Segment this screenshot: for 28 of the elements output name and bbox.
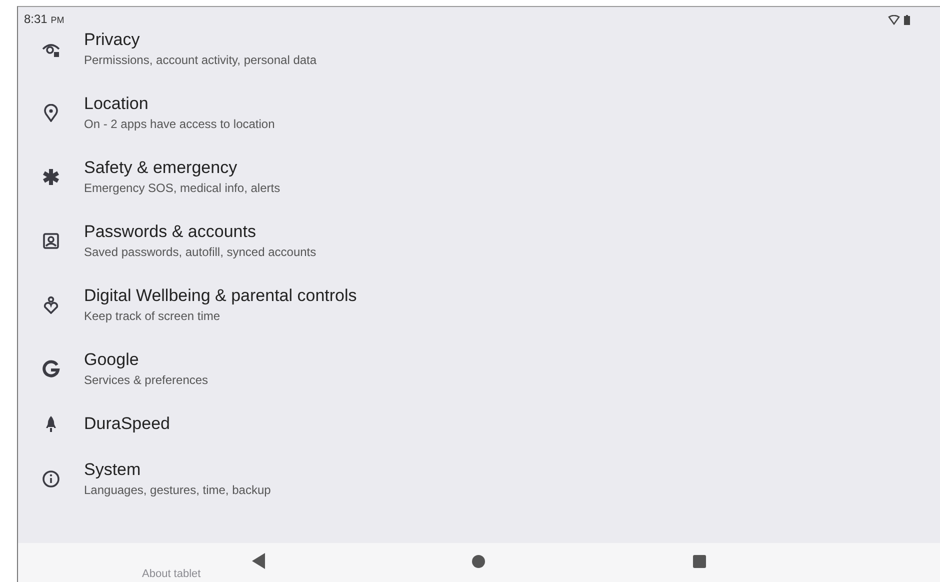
battery-icon <box>904 14 910 24</box>
status-time: 8:31 PM <box>24 11 64 28</box>
settings-item-summary: Permissions, account activity, personal data <box>84 52 317 69</box>
recents-button[interactable] <box>693 554 706 568</box>
settings-item-title[interactable]: Safety & emergency <box>84 157 280 179</box>
settings-item-title[interactable]: Privacy <box>84 29 317 51</box>
back-button[interactable] <box>252 553 265 569</box>
heart-person-icon <box>42 296 60 314</box>
settings-item-summary: Emergency SOS, medical info, alerts <box>84 180 280 197</box>
settings-item-title[interactable]: DuraSpeed <box>84 413 170 435</box>
contact-card-icon <box>42 232 60 250</box>
settings-item-title[interactable]: Passwords & accounts <box>84 221 316 243</box>
settings-item-summary: Languages, gestures, time, backup <box>84 482 271 499</box>
google-g-icon <box>42 360 60 378</box>
settings-item-title[interactable]: Google <box>84 349 208 371</box>
info-icon <box>42 470 60 488</box>
home-button[interactable] <box>472 554 486 568</box>
settings-item-title[interactable]: Digital Wellbeing & parental controls <box>84 285 357 307</box>
settings-item-summary: Services & preferences <box>84 372 208 389</box>
settings-item-title[interactable]: System <box>84 459 271 481</box>
settings-item-summary: Saved passwords, autofill, synced accounts <box>84 244 316 261</box>
asterisk-icon <box>42 168 60 186</box>
settings-item-title: About tablet <box>142 568 201 580</box>
location-pin-icon <box>42 104 60 122</box>
settings-item-summary: Keep track of screen time <box>84 308 222 325</box>
settings-item-title[interactable]: Location <box>84 93 275 115</box>
wifi-icon <box>888 14 900 24</box>
settings-item-summary: On - 2 apps have access to location <box>84 116 275 133</box>
